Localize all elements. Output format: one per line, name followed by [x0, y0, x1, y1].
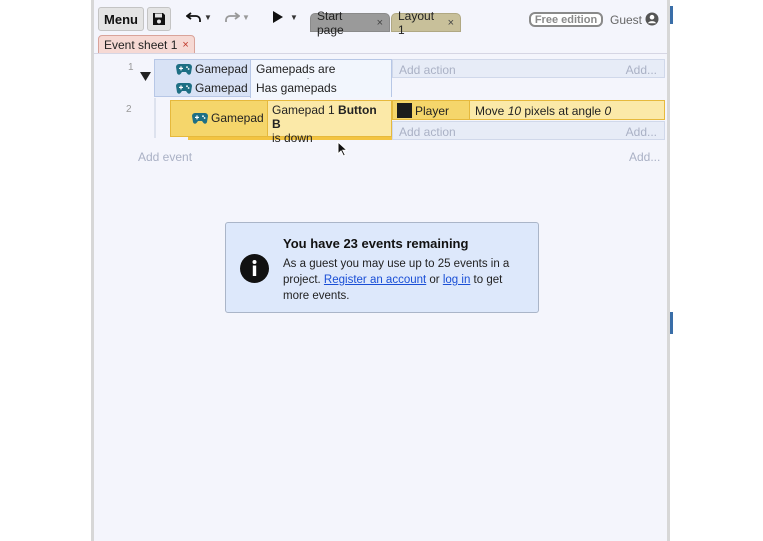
floppy-disk-icon: [153, 13, 165, 25]
menu-button[interactable]: Menu: [98, 7, 144, 31]
condition-row[interactable]: Gamepad Has gamepads: [155, 79, 391, 98]
notice-title: You have 23 events remaining: [283, 236, 469, 251]
add-more-link[interactable]: Add...: [626, 63, 657, 77]
notice-or-text: or: [426, 274, 443, 286]
condition-object-label: Gamepad: [195, 81, 248, 95]
info-icon: [240, 254, 269, 283]
editor-window: Menu ▼ ▼ ▼ Start page × Layout 1 × Free …: [94, 0, 667, 541]
undo-button[interactable]: ▼: [186, 10, 212, 24]
event-2-condition[interactable]: Gamepad Gamepad 1 Button B is down: [170, 100, 392, 145]
event-2-action[interactable]: Player Move 10 pixels at angle 0: [392, 100, 665, 120]
action-param-angle: 0: [604, 104, 612, 118]
condition-text[interactable]: Gamepad 1 Button B is down: [267, 101, 391, 145]
free-edition-badge[interactable]: Free edition: [529, 12, 603, 27]
condition-object: Gamepad: [176, 62, 248, 76]
edge-marker-top: [670, 6, 673, 24]
event-2-add-actions: Add action Add...: [392, 121, 665, 140]
undo-icon: [186, 12, 201, 22]
sub-event-indent-guide: [154, 98, 156, 138]
action-text[interactable]: Move 10 pixels at angle 0: [469, 101, 664, 119]
main-toolbar: Menu ▼ ▼ ▼ Start page × Layout 1 × Free …: [94, 0, 667, 37]
event-1-conditions[interactable]: Gamepad Gamepads are supported Gamepad H…: [154, 59, 392, 98]
add-event-more-link[interactable]: Add...: [629, 150, 660, 164]
gamepad-icon: [176, 64, 192, 75]
preview-dropdown-icon[interactable]: ▼: [290, 13, 298, 22]
redo-button[interactable]: ▼: [224, 10, 250, 24]
add-action-link[interactable]: Add action: [399, 63, 456, 77]
condition-object: Gamepad: [192, 111, 264, 125]
tab-start-page[interactable]: Start page ×: [310, 9, 390, 37]
condition-row[interactable]: Gamepad Gamepads are supported: [155, 60, 391, 90]
tab-layout-1-label: Layout 1: [398, 8, 435, 37]
user-circle-icon[interactable]: [645, 12, 659, 26]
notice-body: As a guest you may use up to 25 events i…: [283, 256, 529, 304]
tab-event-sheet-1-label: Event sheet 1: [104, 37, 178, 52]
save-button[interactable]: [147, 7, 171, 31]
action-text-prefix: Move: [475, 104, 508, 118]
preview-button[interactable]: ▼: [272, 10, 298, 24]
close-tab-start-page-icon[interactable]: ×: [377, 17, 383, 29]
play-icon: [273, 11, 283, 23]
gamepad-icon: [192, 113, 208, 124]
gamepad-icon: [176, 83, 192, 94]
undo-dropdown-icon[interactable]: ▼: [204, 13, 212, 22]
condition-text-prefix: Gamepad 1: [272, 103, 339, 117]
close-tab-event-sheet-1-icon[interactable]: ×: [182, 39, 188, 51]
login-link[interactable]: log in: [443, 274, 471, 286]
redo-dropdown-icon[interactable]: ▼: [242, 13, 250, 22]
player-sprite-icon: [397, 103, 412, 118]
redo-icon: [225, 12, 240, 22]
condition-object-label: Gamepad: [195, 62, 248, 76]
tab-layout-1[interactable]: Layout 1 ×: [391, 9, 461, 37]
edge-marker-middle: [670, 312, 673, 334]
condition-text[interactable]: Has gamepads: [250, 79, 391, 98]
guest-label[interactable]: Guest: [610, 13, 642, 27]
event-number: 1: [128, 62, 134, 73]
mouse-cursor-icon: [337, 141, 349, 157]
events-remaining-notice: You have 23 events remaining As a guest …: [225, 222, 539, 313]
window-right-border: [667, 0, 670, 541]
condition-object: Gamepad: [176, 81, 248, 95]
condition-object-label: Gamepad: [211, 111, 264, 125]
action-param-distance: 10: [507, 104, 522, 118]
tab-event-sheet-1[interactable]: Event sheet 1 ×: [98, 35, 195, 54]
register-account-link[interactable]: Register an account: [324, 274, 426, 286]
action-object-label: Player: [415, 104, 450, 118]
tab-start-page-label: Start page: [317, 8, 344, 37]
event-number: 2: [126, 104, 132, 115]
event-1-actions: Add action Add...: [392, 59, 665, 78]
add-more-link[interactable]: Add...: [626, 125, 657, 139]
condition-text[interactable]: Gamepads are supported: [250, 60, 391, 90]
add-event-link[interactable]: Add event: [138, 150, 192, 164]
add-action-link[interactable]: Add action: [399, 125, 456, 139]
condition-text-suffix: is down: [272, 131, 313, 145]
tab-bar-divider: [94, 53, 667, 54]
collapse-triangle-icon[interactable]: [140, 72, 151, 81]
action-text-middle: pixels at angle: [521, 104, 605, 118]
close-tab-layout-1-icon[interactable]: ×: [448, 17, 454, 29]
